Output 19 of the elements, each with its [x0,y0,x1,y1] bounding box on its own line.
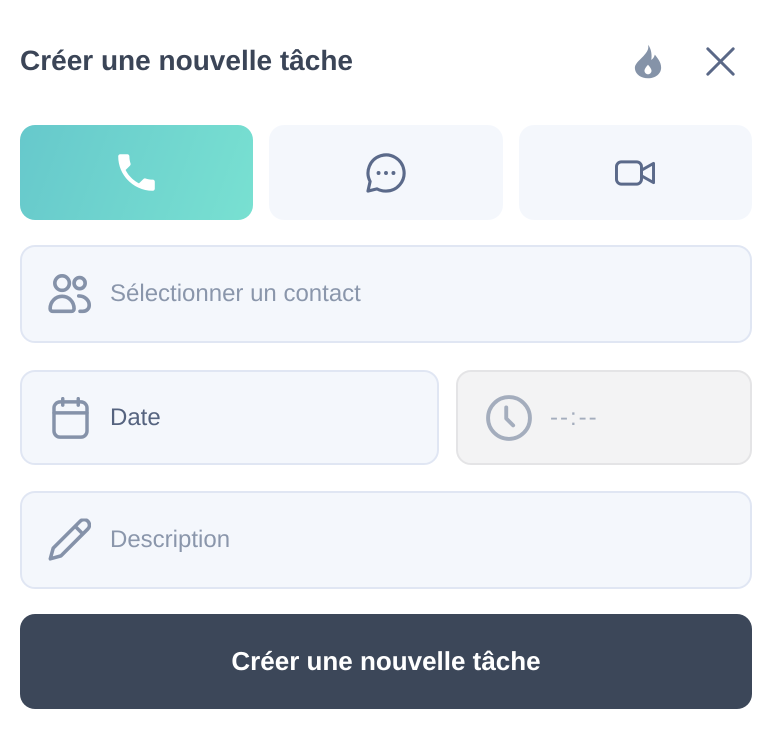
message-tab[interactable] [269,125,503,220]
create-task-button[interactable]: Créer une nouvelle tâche [20,614,752,709]
video-camera-icon [615,160,656,186]
people-icon [48,274,92,314]
description-field[interactable]: Description [20,491,752,589]
video-tab[interactable] [518,125,752,220]
dialog-title: Créer une nouvelle tâche [20,44,354,78]
calendar-icon [52,396,89,438]
phone-tab[interactable] [20,125,254,220]
flame-button[interactable] [633,44,663,78]
close-icon [706,46,735,76]
phone-icon [118,154,156,191]
date-field[interactable]: Date [20,370,439,465]
close-button[interactable] [706,46,735,76]
clock-icon [486,394,532,440]
contact-field[interactable]: Sélectionner un contact [20,245,752,343]
pencil-icon [48,518,91,562]
chat-bubble-icon [366,152,406,192]
flame-icon [633,44,663,78]
